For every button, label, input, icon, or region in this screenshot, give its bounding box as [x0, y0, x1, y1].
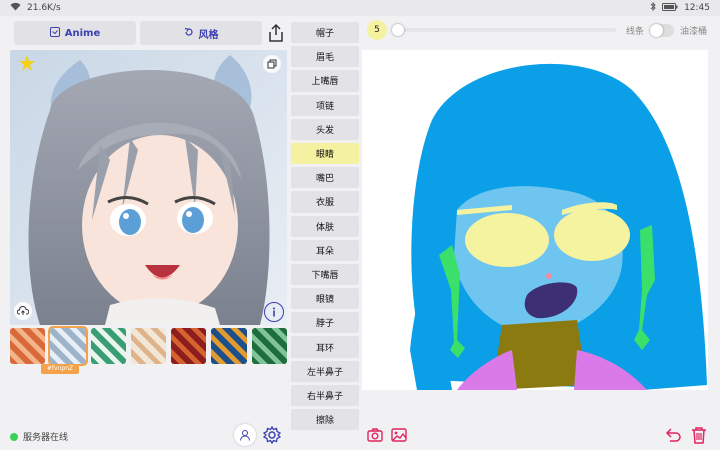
- anime-tab-label: Anime: [64, 27, 101, 39]
- fill-mode-toggle[interactable]: [650, 24, 674, 37]
- style-thumbnail[interactable]: [171, 328, 207, 364]
- style-thumbnail[interactable]: [10, 328, 46, 364]
- part-button[interactable]: 耳朵: [291, 239, 359, 261]
- part-button[interactable]: 左半鼻子: [291, 360, 359, 382]
- left-eye-region: [465, 213, 549, 267]
- right-eye-region: [554, 209, 630, 261]
- server-status-label: 服务器在线: [23, 433, 69, 443]
- part-button[interactable]: 衣服: [291, 191, 359, 213]
- info-icon[interactable]: [264, 302, 284, 322]
- rotate-icon: [184, 27, 194, 40]
- online-indicator: [10, 432, 18, 441]
- server-status: 服务器在线: [10, 430, 68, 443]
- brush-size-slider[interactable]: [392, 28, 616, 32]
- part-button[interactable]: 眼镜: [291, 288, 359, 310]
- part-button[interactable]: 耳环: [291, 336, 359, 358]
- nose-region: [546, 273, 552, 279]
- wifi-icon: [10, 2, 21, 14]
- image-box-icon: [49, 26, 60, 40]
- undo-icon[interactable]: [663, 426, 683, 444]
- generated-anime-image: [10, 50, 287, 325]
- status-bar: 21.6K/s 12:45: [0, 0, 720, 16]
- style-thumbnail[interactable]: [90, 328, 126, 364]
- line-mode-label: 线条: [626, 27, 645, 37]
- battery-icon: [662, 2, 678, 14]
- part-button[interactable]: 脖子: [291, 312, 359, 334]
- brush-size-badge: 5: [367, 20, 387, 40]
- part-button[interactable]: 嘴巴: [291, 167, 359, 189]
- camera-icon[interactable]: [366, 426, 384, 444]
- part-button[interactable]: 擦除: [291, 409, 359, 431]
- style-tab-label: 风格: [198, 29, 219, 41]
- style-thumbnail[interactable]: [211, 328, 247, 364]
- face-part-list: 帽子 眉毛 上嘴唇 项链 头发 眼睛 嘴巴 衣服 体肤 耳朵 下嘴唇 眼镜 脖子 耳环 左半鼻子 右半鼻子擦除: [291, 22, 359, 431]
- clock: 12:45: [684, 3, 710, 13]
- paint-bucket-label: 油漆桶: [680, 27, 708, 37]
- part-button[interactable]: 上嘴唇: [291, 70, 359, 92]
- user-icon[interactable]: [234, 424, 256, 446]
- part-button[interactable]: 头发: [291, 118, 359, 140]
- image-gallery-icon[interactable]: [390, 426, 408, 444]
- selected-style-tag: #fvnpnZ: [41, 364, 79, 374]
- part-button[interactable]: 眼睛: [291, 142, 359, 165]
- style-thumbnail[interactable]: [48, 326, 88, 366]
- network-speed: 21.6K/s: [27, 3, 61, 13]
- part-button[interactable]: 体肤: [291, 215, 359, 237]
- part-button[interactable]: 眉毛: [291, 46, 359, 68]
- copy-icon[interactable]: [263, 55, 281, 73]
- cloud-upload-icon[interactable]: [14, 302, 32, 320]
- settings-gear-icon[interactable]: [261, 424, 283, 446]
- anime-tab-button[interactable]: Anime: [14, 21, 136, 45]
- trash-icon[interactable]: [689, 425, 709, 445]
- share-icon[interactable]: [266, 23, 286, 43]
- brush-size-slider-knob[interactable]: [392, 24, 404, 36]
- part-button[interactable]: 下嘴唇: [291, 263, 359, 286]
- style-thumbnail[interactable]: [251, 328, 287, 364]
- bluetooth-icon: [650, 1, 656, 14]
- drawing-canvas[interactable]: [362, 50, 708, 391]
- part-button[interactable]: 右半鼻子: [291, 384, 359, 406]
- part-button[interactable]: 帽子: [291, 22, 359, 44]
- style-tab-button[interactable]: 风格: [140, 21, 262, 45]
- style-thumbnail[interactable]: [130, 328, 167, 364]
- part-button[interactable]: 项链: [291, 94, 359, 116]
